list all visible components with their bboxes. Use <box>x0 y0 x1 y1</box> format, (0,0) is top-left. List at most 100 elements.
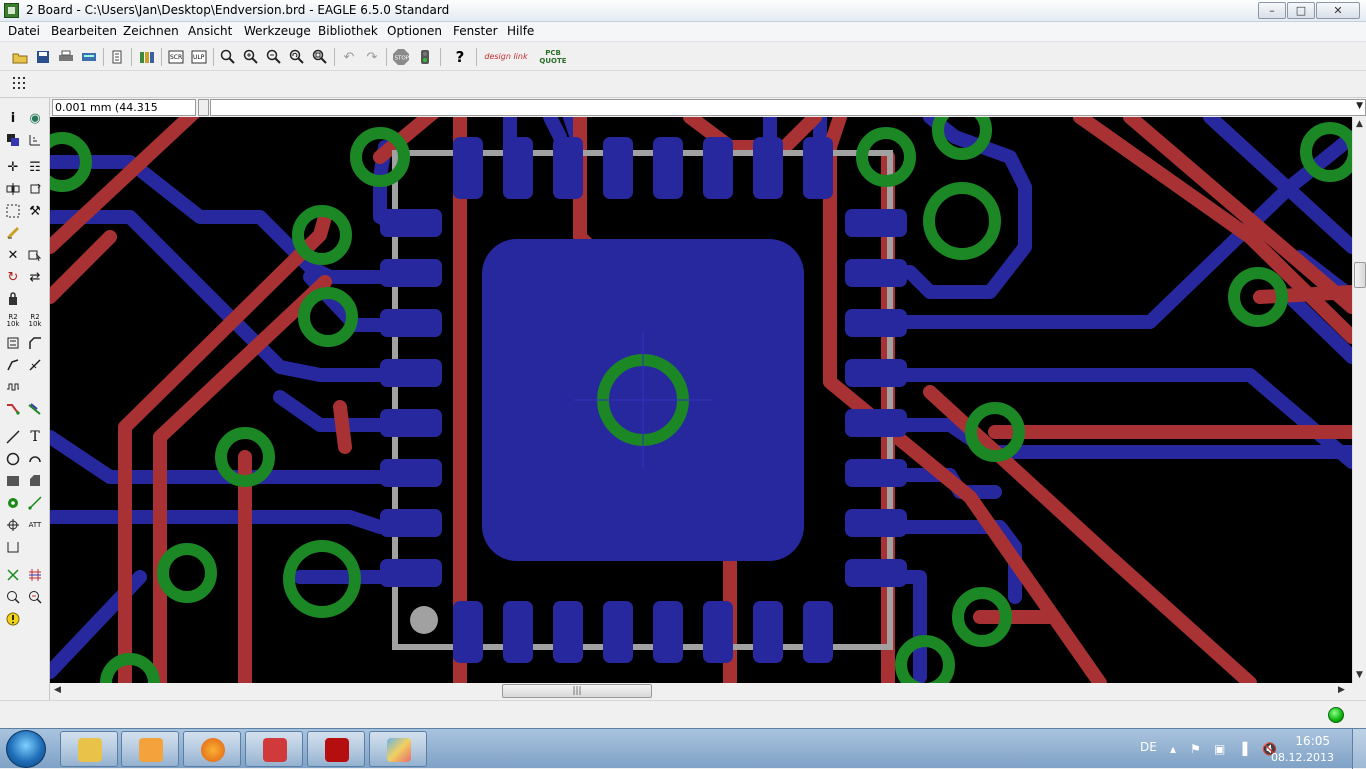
horizontal-scrollbar[interactable]: ◀ ||| ▶ <box>50 683 1352 699</box>
zoom-out-icon[interactable] <box>264 47 284 67</box>
erc-icon[interactable] <box>26 588 44 606</box>
miter-icon[interactable] <box>26 334 44 352</box>
change-icon[interactable]: ⚒ <box>26 202 44 220</box>
group-icon[interactable] <box>4 202 22 220</box>
menu-datei[interactable]: Datei <box>8 24 40 38</box>
wire-icon[interactable] <box>4 428 22 446</box>
text-icon[interactable]: T <box>26 428 44 446</box>
command-line-input[interactable]: ▼ <box>210 99 1366 116</box>
circle-icon[interactable] <box>4 450 22 468</box>
signal-icon[interactable] <box>26 494 44 512</box>
save-icon[interactable] <box>33 47 53 67</box>
board-canvas[interactable] <box>50 117 1352 683</box>
windows-taskbar: DE ▴ ⚑ ▣ ▐ 🔇 16:05 08.12.2013 <box>0 728 1366 769</box>
title-bar[interactable]: 2 Board - C:\Users\Jan\Desktop\Endversio… <box>0 0 1366 22</box>
taskbar-eagle[interactable] <box>245 731 303 767</box>
library-icon[interactable] <box>137 47 157 67</box>
taskbar-explorer[interactable] <box>60 731 118 767</box>
show-hidden-icons-icon[interactable]: ▴ <box>1170 742 1184 756</box>
menu-bibliothek[interactable]: Bibliothek <box>318 24 378 38</box>
lock-icon[interactable]: ⇄ <box>26 268 44 286</box>
drc-icon[interactable] <box>4 588 22 606</box>
maximize-button[interactable]: □ <box>1287 2 1315 19</box>
zoom-fit-icon[interactable] <box>218 47 238 67</box>
route-icon[interactable] <box>4 400 22 418</box>
open-icon[interactable] <box>10 47 30 67</box>
menu-zeichnen[interactable]: Zeichnen <box>123 24 179 38</box>
command-history-dropdown-icon[interactable]: ▼ <box>1356 101 1363 111</box>
taskbar-firefox[interactable] <box>183 731 241 767</box>
menu-hilfe[interactable]: Hilfe <box>507 24 534 38</box>
menu-ansicht[interactable]: Ansicht <box>188 24 232 38</box>
network-icon[interactable]: ▐ <box>1238 742 1252 756</box>
clock-date[interactable]: 08.12.2013 <box>1271 751 1334 764</box>
go-icon[interactable] <box>415 47 435 67</box>
taskbar-acrobat[interactable] <box>307 731 365 767</box>
help-icon[interactable]: ? <box>450 47 470 67</box>
script-icon[interactable] <box>107 47 127 67</box>
menu-werkzeuge[interactable]: Werkzeuge <box>244 24 311 38</box>
pinswap-icon[interactable] <box>4 290 22 308</box>
coordinate-bar: 0.001 mm (44.315 62.213) ▼ <box>50 98 1366 129</box>
menu-optionen[interactable]: Optionen <box>387 24 442 38</box>
undo-icon[interactable]: ↶ <box>339 47 359 67</box>
dimension-icon[interactable] <box>4 538 22 556</box>
taskbar-paint[interactable] <box>369 731 427 767</box>
auto-icon[interactable] <box>26 566 44 584</box>
move-icon[interactable]: ✛ <box>4 158 22 176</box>
print-icon[interactable] <box>56 47 76 67</box>
optimize-icon[interactable] <box>26 356 44 374</box>
mirror-icon[interactable] <box>4 180 22 198</box>
add-icon[interactable] <box>26 246 44 264</box>
grid-icon[interactable] <box>10 74 30 94</box>
split-icon[interactable] <box>4 356 22 374</box>
mark-icon[interactable] <box>26 131 44 149</box>
rotate-icon[interactable] <box>26 180 44 198</box>
language-indicator[interactable]: DE <box>1140 740 1157 754</box>
display-layers-icon[interactable] <box>4 131 22 149</box>
name-icon[interactable]: R2 10k <box>4 312 22 330</box>
close-button[interactable]: ✕ <box>1316 2 1360 19</box>
replace-icon[interactable]: ↻ <box>4 268 22 286</box>
zoom-redraw-icon[interactable] <box>287 47 307 67</box>
menu-bearbeiten[interactable]: Bearbeiten <box>51 24 117 38</box>
arc-icon[interactable] <box>26 450 44 468</box>
info-icon[interactable]: i <box>4 109 22 127</box>
taskbar-media-player[interactable] <box>121 731 179 767</box>
designlink-icon[interactable]: design link <box>484 47 528 67</box>
device-icon[interactable]: ▣ <box>1214 742 1228 756</box>
show-desktop-button[interactable] <box>1352 729 1366 769</box>
paste-icon[interactable] <box>4 224 22 242</box>
start-button[interactable] <box>6 730 46 768</box>
zoom-select-icon[interactable] <box>310 47 330 67</box>
scr-icon[interactable]: SCR <box>166 47 186 67</box>
smash-icon[interactable] <box>4 334 22 352</box>
errors-icon[interactable] <box>4 610 22 628</box>
ripup-icon[interactable] <box>26 400 44 418</box>
hole-icon[interactable] <box>4 516 22 534</box>
clock-time[interactable]: 16:05 <box>1295 734 1330 748</box>
horizontal-scroll-thumb[interactable]: ||| <box>502 684 652 698</box>
delete-icon[interactable]: ✕ <box>4 246 22 264</box>
menu-fenster[interactable]: Fenster <box>453 24 498 38</box>
show-icon[interactable]: ◉ <box>26 109 44 127</box>
rect-icon[interactable] <box>4 472 22 490</box>
stop-icon[interactable]: STOP <box>391 47 411 67</box>
copy-icon[interactable]: ☶ <box>26 158 44 176</box>
ulp-icon[interactable]: ULP <box>189 47 209 67</box>
redo-icon[interactable]: ↷ <box>362 47 382 67</box>
ratsnest-icon[interactable] <box>4 566 22 584</box>
pcb-quote-icon[interactable]: PCB QUOTE <box>535 47 571 67</box>
vertical-scrollbar[interactable]: ▲ ▼ <box>1352 117 1366 683</box>
polygon-icon[interactable] <box>26 472 44 490</box>
vertical-scroll-thumb[interactable] <box>1354 262 1366 288</box>
value-icon[interactable]: R2 10k <box>26 312 44 330</box>
attribute-icon[interactable]: ATT <box>26 516 44 534</box>
meander-icon[interactable] <box>4 378 22 396</box>
via-icon[interactable] <box>4 494 22 512</box>
cam-icon[interactable] <box>79 47 99 67</box>
minimize-button[interactable]: – <box>1258 2 1286 19</box>
action-center-flag-icon[interactable]: ⚑ <box>1190 742 1204 756</box>
zoom-in-icon[interactable] <box>241 47 261 67</box>
eagle-app-icon[interactable] <box>4 3 19 18</box>
